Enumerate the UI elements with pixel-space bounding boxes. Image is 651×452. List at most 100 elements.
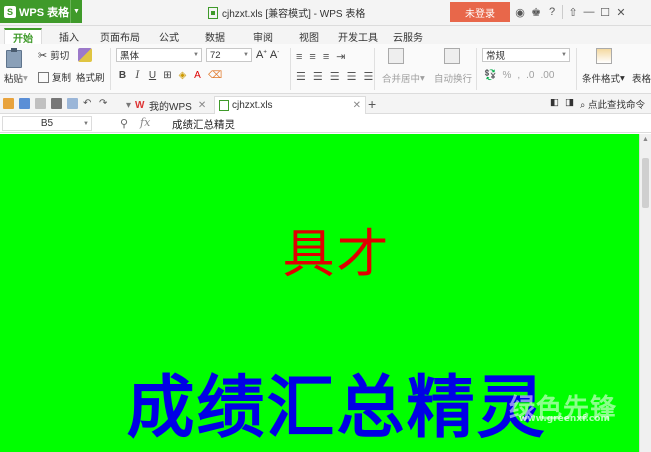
formula-bar: B5 ▼ ⚲ fx 成绩汇总精灵 [0, 115, 651, 133]
tab-developer[interactable]: 开发工具 [336, 28, 380, 44]
maximize-icon[interactable]: ☐ [599, 6, 611, 19]
close-icon[interactable]: ✕ [198, 100, 206, 111]
font-color-icon[interactable]: A [193, 70, 202, 81]
name-box[interactable]: B5 ▼ [2, 116, 92, 131]
tab-page-layout[interactable]: 页面布局 [96, 28, 144, 44]
scroll-thumb[interactable] [642, 158, 649, 208]
save-icon[interactable] [19, 98, 30, 109]
clipboard-icon [6, 48, 22, 68]
italic-icon[interactable]: I [133, 70, 142, 81]
tab-view[interactable]: 视图 [292, 28, 326, 44]
tab-insert[interactable]: 插入 [52, 28, 86, 44]
align-middle-icon[interactable]: ≡ [309, 51, 315, 63]
table-style-button[interactable]: 表格 [632, 71, 651, 85]
open-folder-icon[interactable] [3, 98, 14, 109]
tab-cloud[interactable]: 云服务 [388, 28, 428, 44]
justify-icon[interactable]: ☰ [347, 70, 357, 83]
formula-input[interactable]: 成绩汇总精灵 [172, 117, 235, 132]
customize-icon[interactable]: ▾ [126, 100, 131, 111]
tab-data[interactable]: 数据 [198, 28, 232, 44]
merge-cells-icon [388, 48, 404, 64]
skin-icon[interactable]: ◉ [514, 6, 526, 19]
redo-icon[interactable]: ↷ [99, 98, 110, 109]
print-icon[interactable] [51, 98, 62, 109]
chevron-down-icon: ▼ [561, 52, 567, 58]
minimize-icon[interactable]: — [583, 6, 595, 18]
bold-icon[interactable]: B [118, 70, 127, 81]
font-size-select[interactable]: 72 ▼ [206, 48, 252, 62]
align-left-icon[interactable]: ☰ [296, 70, 306, 83]
font-size-value: 72 [210, 49, 221, 61]
distributed-icon[interactable]: ☰ [364, 70, 374, 83]
underline-icon[interactable]: U [148, 70, 157, 81]
restore-panel-icon[interactable]: ⇧ [567, 6, 579, 19]
align-top-icon[interactable]: ≡ [296, 51, 302, 63]
decrease-decimal-icon[interactable]: .00 [540, 70, 554, 81]
conditional-format-icon [596, 48, 612, 64]
print-preview-icon[interactable] [67, 98, 78, 109]
number-format-select[interactable]: 常规 ▼ [482, 48, 570, 62]
copy-button[interactable]: 复制 [38, 70, 71, 84]
login-button[interactable]: 未登录 [450, 2, 510, 22]
paste-label-wrap[interactable]: 粘贴 ▾ [4, 71, 28, 86]
cond-format-icon-btn[interactable] [596, 48, 612, 64]
currency-icon[interactable]: 💱 [484, 70, 496, 81]
merge-center-button[interactable]: 合并居中 ▾ [382, 71, 425, 86]
tab-home[interactable]: 开始 [4, 28, 42, 45]
format-painter-icon-btn[interactable] [78, 48, 94, 62]
border-icon[interactable]: ⊞ [163, 70, 172, 81]
shirt-icon[interactable]: ♚ [530, 6, 542, 19]
ribbon-tabs: 开始 插入 页面布局 公式 数据 审阅 视图 开发工具 云服务 [0, 26, 651, 45]
doc-tab-current[interactable]: cjhzxt.xls ✕ [214, 96, 366, 114]
merge-center-icon-btn[interactable] [388, 48, 404, 64]
indent-icon[interactable]: ⇥ [336, 50, 345, 63]
divider [562, 5, 563, 19]
wrap-text-icon [444, 48, 460, 64]
panel-icon[interactable]: ◧ [550, 97, 559, 111]
clear-format-icon[interactable]: ⌫ [208, 70, 222, 81]
settings-icon[interactable]: ◨ [565, 97, 574, 111]
wps-app-menu-button[interactable]: S WPS 表格 ▼ [0, 0, 82, 23]
percent-icon[interactable]: % [502, 70, 511, 81]
cond-format-button[interactable]: 条件格式 ▾ [582, 71, 625, 86]
merged-cell-title[interactable]: 具才 [0, 212, 639, 287]
align-bottom-icon[interactable]: ≡ [323, 51, 329, 63]
cut-button[interactable]: ✂ 剪切 [38, 48, 69, 63]
divider [290, 48, 291, 90]
fx-icon[interactable]: fx [140, 116, 150, 129]
close-icon[interactable]: ✕ [353, 100, 361, 111]
number-format-tools: 💱 % , .0 .00 [484, 70, 554, 81]
align-center-icon[interactable]: ☰ [313, 70, 323, 83]
tab-formulas[interactable]: 公式 [152, 28, 186, 44]
font-name-select[interactable]: 黑体 ▼ [116, 48, 202, 62]
vertical-scrollbar[interactable]: ▲ [639, 134, 651, 452]
new-tab-button[interactable]: + [368, 96, 376, 112]
wrap-text-icon-btn[interactable] [444, 48, 460, 64]
search-icon: ⌕ [579, 100, 586, 111]
tab-review[interactable]: 审阅 [246, 28, 280, 44]
help-icon[interactable]: ? [546, 6, 558, 18]
increase-font-icon[interactable]: A+ [256, 49, 267, 61]
thousands-icon[interactable]: , [517, 70, 520, 81]
scroll-up-icon[interactable]: ▲ [642, 136, 649, 143]
close-icon[interactable]: ✕ [615, 6, 627, 19]
doc-tab-mywps[interactable]: ▾ W 我的WPS ✕ [122, 96, 210, 114]
undo-icon[interactable]: ↶ [83, 98, 94, 109]
search-command[interactable]: ⌕ 点此查找命令 [580, 97, 645, 111]
decrease-font-icon[interactable]: A- [270, 49, 279, 61]
zoom-icon[interactable]: ⚲ [120, 117, 128, 130]
format-painter-button[interactable]: 格式刷 [76, 70, 105, 84]
align-right-icon[interactable]: ☰ [330, 70, 340, 83]
copy-icon [38, 71, 49, 83]
export-pdf-icon[interactable] [35, 98, 46, 109]
chevron-down-icon: ▼ [193, 52, 199, 58]
chevron-down-icon: ▼ [70, 0, 82, 23]
increase-decimal-icon[interactable]: .0 [526, 70, 534, 81]
fill-color-icon[interactable]: ◈ [178, 70, 187, 81]
title-actions: ◉ ♚ ? ⇧ — ☐ ✕ [514, 0, 627, 24]
font-name-value: 黑体 [120, 51, 140, 62]
wrap-text-button[interactable]: 自动换行 [434, 71, 472, 85]
paste-button[interactable] [6, 48, 22, 68]
merge-center-label: 合并居中 [382, 74, 421, 85]
format-painter-label: 格式刷 [76, 73, 105, 84]
